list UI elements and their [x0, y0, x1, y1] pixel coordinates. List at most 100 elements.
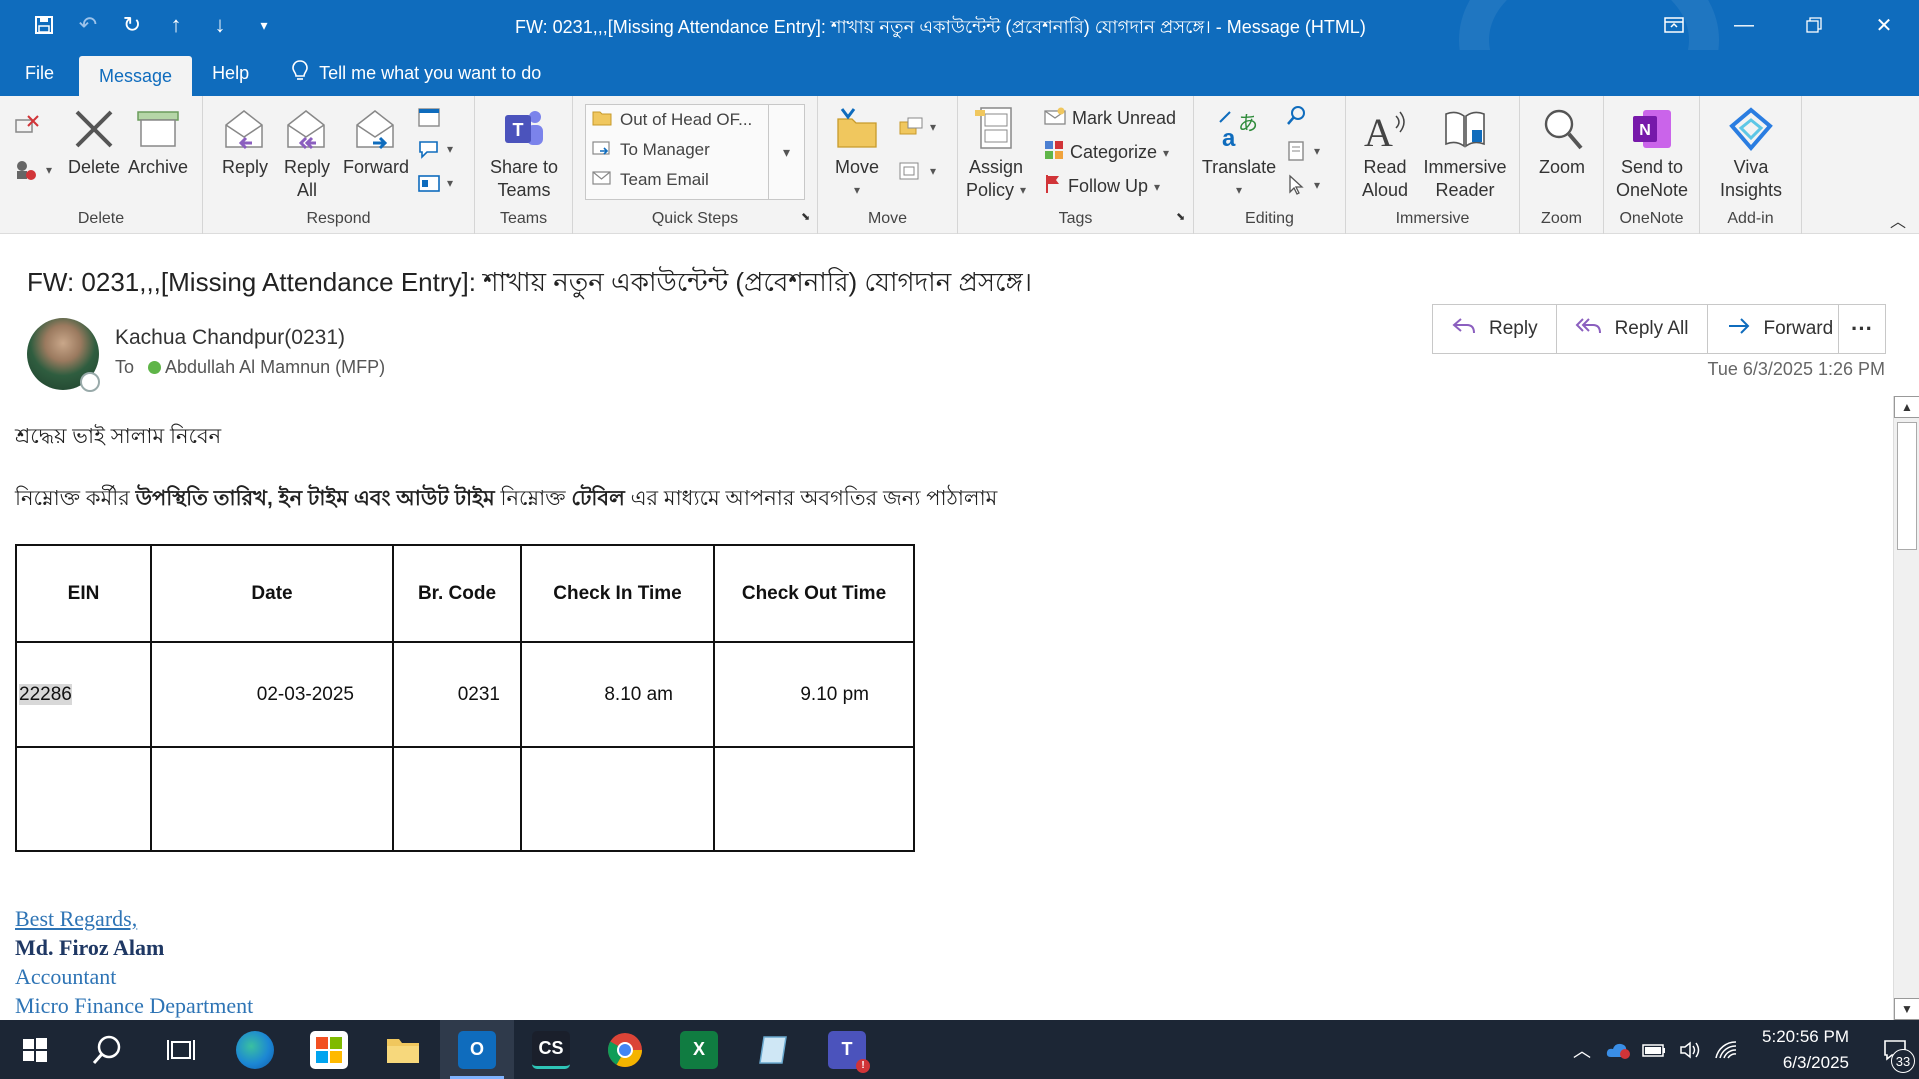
- header-branch-code: Br. Code: [392, 544, 522, 643]
- immersive-reader-button[interactable]: Immersive Reader: [1420, 106, 1510, 202]
- respond-group-label: Respond: [306, 210, 371, 227]
- wifi-icon[interactable]: [1708, 1020, 1744, 1079]
- message-date: Tue 6/3/2025 1:26 PM: [1707, 359, 1885, 379]
- chevron-down-icon: ▾: [1020, 183, 1027, 197]
- header-check-out: Check Out Time: [713, 544, 915, 643]
- save-icon[interactable]: [22, 0, 66, 50]
- clock-date: 6/3/2025: [1782, 1052, 1849, 1072]
- scroll-down-icon[interactable]: ▼: [1894, 998, 1919, 1020]
- reply-all-action-button[interactable]: Reply All: [1557, 305, 1708, 353]
- meeting-icon[interactable]: [417, 106, 441, 128]
- assign-policy-button[interactable]: Assign Policy ▾: [966, 106, 1026, 202]
- ribbon-display-icon[interactable]: [1639, 0, 1709, 50]
- more-actions-button[interactable]: ···: [1838, 304, 1886, 354]
- send-to-onenote-button[interactable]: N Send to OneNote: [1612, 106, 1692, 202]
- zoom-button[interactable]: Zoom: [1534, 106, 1590, 179]
- down-arrow-icon[interactable]: ↓: [198, 0, 242, 50]
- reply-action-button[interactable]: Reply: [1433, 305, 1557, 353]
- read-aloud-button[interactable]: A Read Aloud: [1358, 106, 1412, 202]
- tab-message[interactable]: Message: [79, 56, 193, 96]
- delete-button[interactable]: Delete: [68, 106, 120, 179]
- im-reply-icon[interactable]: ▾: [417, 138, 453, 160]
- quick-steps-group-label: Quick Steps: [651, 210, 739, 227]
- table-cell-check-in: 8.10 am: [520, 641, 715, 748]
- reply-all-icon: [284, 106, 330, 152]
- svg-text:N: N: [1639, 122, 1651, 139]
- battery-icon[interactable]: [1636, 1020, 1672, 1079]
- system-tray: ︿ 5:20:56 PM 6/3/2025 33: [1564, 1020, 1919, 1079]
- undo-icon[interactable]: ↶: [66, 0, 110, 50]
- move-button[interactable]: Move ▾: [832, 106, 882, 202]
- send-onenote-label-1: Send to: [1620, 157, 1684, 177]
- task-view-button[interactable]: [144, 1020, 218, 1079]
- follow-up-button[interactable]: Follow Up ▾: [1044, 174, 1160, 199]
- store-taskbar-button[interactable]: [292, 1020, 366, 1079]
- search-button[interactable]: [70, 1020, 144, 1079]
- sender-name[interactable]: Kachua Chandpur(0231): [115, 326, 345, 350]
- find-icon[interactable]: [1286, 104, 1308, 126]
- table-cell-branch-code: 0231: [392, 641, 522, 748]
- edge-taskbar-button[interactable]: [218, 1020, 292, 1079]
- archive-button[interactable]: Archive: [128, 106, 188, 179]
- reply-button[interactable]: Reply: [219, 106, 271, 179]
- table-row: 22286 02-03-2025 0231 8.10 am 9.10 pm: [15, 641, 915, 748]
- chevron-down-icon: ▾: [447, 176, 454, 190]
- ignore-icon[interactable]: [14, 114, 40, 136]
- clock-time: 5:20:56 PM: [1762, 1026, 1849, 1046]
- assign-label-2-row: Policy ▾: [966, 179, 1026, 202]
- share-label-2: Teams: [497, 180, 551, 200]
- chrome-taskbar-button[interactable]: [588, 1020, 662, 1079]
- translate-button[interactable]: aあ Translate ▾: [1202, 106, 1276, 202]
- close-icon[interactable]: ✕: [1849, 0, 1919, 50]
- excel-taskbar-button[interactable]: X: [662, 1020, 736, 1079]
- select-icon[interactable]: ▾: [1286, 174, 1320, 196]
- message-subject: FW: 0231,,,[Missing Attendance Entry]: শ…: [27, 267, 1033, 297]
- translate-icon: aあ: [1216, 106, 1262, 152]
- system-clock[interactable]: 5:20:56 PM 6/3/2025: [1762, 1024, 1849, 1076]
- signature-regards[interactable]: Best Regards,: [15, 906, 137, 932]
- cs-taskbar-button[interactable]: CS: [514, 1020, 588, 1079]
- quick-steps-more-icon[interactable]: ▾: [768, 104, 804, 200]
- viva-insights-button[interactable]: Viva Insights: [1712, 106, 1790, 202]
- file-explorer-taskbar-button[interactable]: [366, 1020, 440, 1079]
- flag-icon: [1044, 174, 1062, 199]
- chevron-down-icon: ▾: [1163, 145, 1170, 160]
- show-hidden-icons-icon[interactable]: ︿: [1564, 1020, 1600, 1079]
- minimize-icon[interactable]: —: [1709, 0, 1779, 50]
- more-respond-icon[interactable]: ▾: [417, 172, 453, 194]
- categorize-button[interactable]: Categorize ▾: [1044, 140, 1169, 165]
- forward-button[interactable]: Forward: [343, 106, 409, 179]
- tab-file[interactable]: File: [0, 50, 79, 96]
- reply-all-button[interactable]: Reply All: [281, 106, 333, 202]
- immersive-reader-label-2: Reader: [1435, 180, 1495, 200]
- mark-unread-button[interactable]: Mark Unread: [1044, 106, 1176, 131]
- vertical-scrollbar[interactable]: ▲ ▼: [1893, 396, 1919, 1020]
- volume-icon[interactable]: [1672, 1020, 1708, 1079]
- up-arrow-icon[interactable]: ↑: [154, 0, 198, 50]
- restore-icon[interactable]: [1779, 0, 1849, 50]
- related-icon[interactable]: ▾: [1286, 140, 1320, 162]
- tell-me-box[interactable]: Tell me what you want to do: [269, 50, 541, 96]
- rules-icon[interactable]: ▾: [898, 116, 936, 138]
- onenote-icon: N: [1629, 106, 1675, 152]
- reply-all-action-label: Reply All: [1614, 318, 1689, 339]
- forward-action-button[interactable]: Forward: [1708, 305, 1852, 353]
- tab-help[interactable]: Help: [192, 50, 269, 96]
- teams-group: T Share to Teams Teams: [475, 96, 573, 234]
- redo-icon[interactable]: ↻: [110, 0, 154, 50]
- scroll-thumb[interactable]: [1897, 422, 1917, 550]
- start-button[interactable]: [0, 1020, 70, 1079]
- onenote-move-icon[interactable]: ▾: [898, 160, 936, 182]
- collapse-ribbon-icon[interactable]: ︿: [1890, 208, 1906, 232]
- teams-taskbar-button[interactable]: T!: [810, 1020, 884, 1079]
- customize-toolbar-icon[interactable]: ▾: [242, 0, 286, 50]
- outlook-taskbar-button[interactable]: O: [440, 1020, 514, 1079]
- store-icon: [310, 1030, 348, 1069]
- cleanup-icon[interactable]: ▾: [14, 158, 52, 182]
- onedrive-icon[interactable]: [1600, 1020, 1636, 1079]
- notepad-taskbar-button[interactable]: [736, 1020, 810, 1079]
- recipient[interactable]: Abdullah Al Mamnun (MFP): [148, 357, 385, 378]
- share-to-teams-button[interactable]: T Share to Teams: [485, 106, 563, 202]
- scroll-up-icon[interactable]: ▲: [1894, 396, 1919, 418]
- notification-center-button[interactable]: 33: [1871, 1020, 1919, 1079]
